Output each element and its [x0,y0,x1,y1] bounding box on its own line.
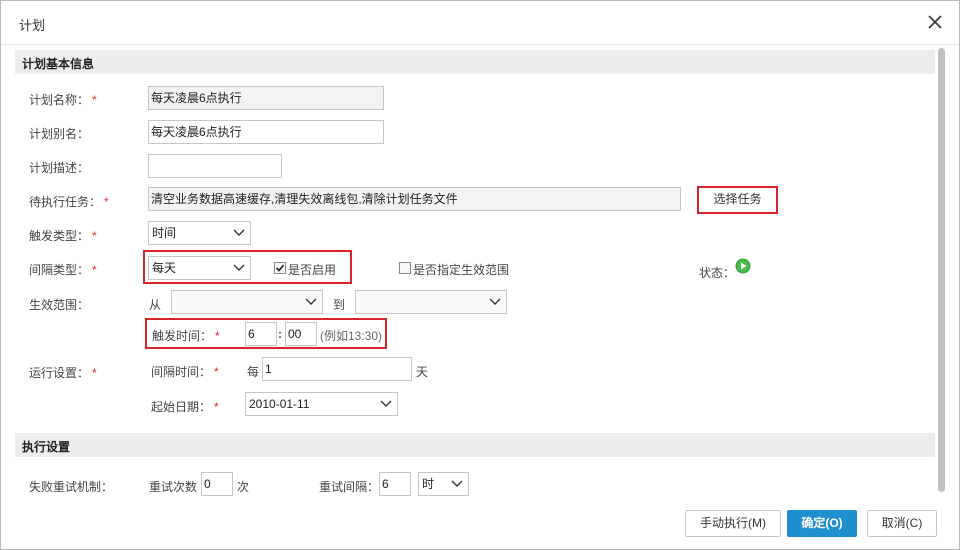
interval-time-label: 间隔时间： * [151,365,219,379]
interval-value-input[interactable]: 1 [262,357,412,381]
manual-run-button[interactable]: 手动执行(M) [685,510,781,537]
retry-count-unit: 次 [237,480,250,494]
section-basic-info-header: 计划基本信息 [15,50,935,74]
ok-button[interactable]: 确定(O) [787,510,857,537]
interval-unit-label: 天 [416,365,429,379]
dialog-titlebar: 计划 [1,1,959,45]
cancel-button[interactable]: 取消(C) [867,510,937,537]
retry-interval-label: 重试间隔： [319,480,380,494]
interval-type-select[interactable]: 每天 [148,256,251,280]
scrollbar-thumb[interactable] [938,48,945,492]
chevron-down-icon [380,400,392,407]
enabled-label: 是否启用 [288,263,337,277]
checkmark-icon [275,264,285,272]
plan-desc-label: 计划描述： [29,161,90,175]
trigger-time-hint: (例如13:30) [320,329,383,343]
chevron-down-icon [233,229,245,236]
retry-interval-input[interactable]: 6 [379,472,411,496]
close-icon[interactable] [925,12,945,32]
chevron-down-icon [489,298,501,305]
plan-alias-input[interactable]: 每天凌晨6点执行 [148,120,384,144]
range-to-select[interactable] [355,290,507,314]
plan-name-input[interactable]: 每天凌晨6点执行 [148,86,384,110]
interval-type-value: 每天 [152,261,177,275]
plan-name-label: 计划名称： * [29,93,97,107]
trigger-type-select[interactable]: 时间 [148,221,251,245]
range-checkbox[interactable] [399,262,411,274]
plan-dialog: 计划 计划基本信息 计划名称： * 每天凌晨6点执行 计划别名： 每天凌晨6点执行… [0,0,960,550]
status-label: 状态： [699,266,736,280]
range-from-select[interactable] [171,290,323,314]
dialog-title: 计划 [19,18,46,33]
plan-alias-label: 计划别名： [29,127,90,141]
start-date-select[interactable]: 2010-01-11 [245,392,398,416]
chevron-down-icon [451,480,463,487]
enabled-checkbox[interactable] [274,262,286,274]
start-date-label: 起始日期： * [151,400,219,414]
play-circle-icon[interactable] [735,258,751,274]
retry-interval-unit-select[interactable]: 时 [418,472,469,496]
plan-desc-input[interactable] [148,154,282,178]
effective-range-label: 生效范围： [29,298,90,312]
pending-task-input[interactable]: 清空业务数据高速缓存,清理失效离线包,清除计划任务文件 [148,187,681,211]
trigger-type-value: 时间 [152,226,177,240]
retry-count-input[interactable]: 0 [201,472,233,496]
run-settings-label: 运行设置： * [29,366,97,380]
select-task-button[interactable]: 选择任务 [699,188,776,212]
trigger-hour-input[interactable]: 6 [245,322,277,346]
range-from-label: 从 [149,298,162,312]
pending-task-label: 待执行任务： * [29,195,109,209]
retry-interval-unit-value: 时 [422,477,435,491]
interval-every-label: 每 [247,365,260,379]
trigger-type-label: 触发类型： * [29,229,97,243]
trigger-time-label: 触发时间： * [152,329,220,343]
section-exec-header: 执行设置 [15,433,935,457]
chevron-down-icon [305,298,317,305]
range-to-label: 到 [333,298,346,312]
start-date-value: 2010-01-11 [249,397,310,411]
interval-type-label: 间隔类型： * [29,263,97,277]
range-label: 是否指定生效范围 [413,263,510,277]
chevron-down-icon [233,264,245,271]
trigger-minute-input[interactable]: 00 [285,322,317,346]
time-colon: : [278,327,282,341]
retry-label: 失败重试机制： [29,480,114,494]
retry-count-label: 重试次数 [149,480,198,494]
